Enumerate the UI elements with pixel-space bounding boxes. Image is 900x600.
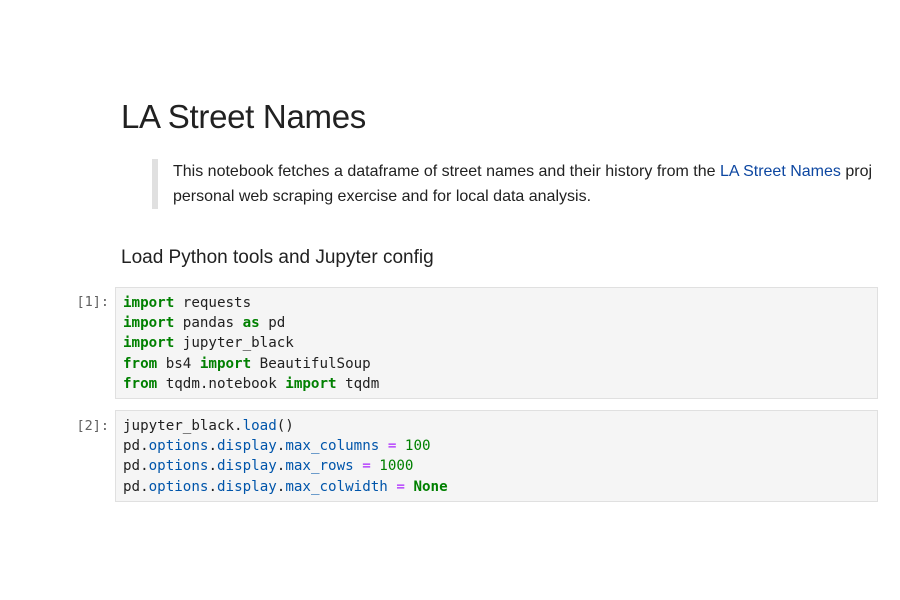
page-title: LA Street Names — [121, 98, 366, 135]
code-text: BeautifulSoup — [251, 355, 371, 372]
code-text: () — [276, 418, 294, 434]
code-text: . — [208, 458, 217, 475]
code-text: jupyter_black — [174, 335, 294, 352]
la-street-names-link[interactable]: LA Street Names — [720, 163, 841, 180]
code-text: jupyter_black — [123, 418, 235, 434]
section-heading: Load Python tools and Jupyter config — [121, 247, 434, 268]
keyword: import — [285, 375, 337, 392]
code-line: import requests — [123, 293, 877, 313]
code-cell-2[interactable]: jupyter_black.load() pd.options.display.… — [115, 410, 878, 502]
code-text: pd — [123, 438, 141, 455]
code-attribute: options — [148, 478, 209, 495]
code-text: requests — [174, 295, 252, 311]
code-attribute: load — [242, 418, 277, 434]
code-text: . — [208, 438, 217, 455]
cell-prompt: [2]: — [76, 418, 109, 434]
code-line: from tqdm.notebook import tqdm — [123, 374, 877, 394]
code-text: bs4 — [157, 355, 200, 372]
code-attribute: max_colwidth — [285, 478, 388, 495]
code-text: pd — [123, 458, 141, 475]
keyword: import — [123, 335, 175, 352]
code-line: jupyter_black.load() — [123, 416, 877, 436]
intro-line-2: personal web scraping exercise and for l… — [173, 188, 592, 205]
code-attribute: options — [148, 458, 209, 475]
code-operator: = — [387, 478, 414, 495]
code-operator: = — [379, 438, 405, 455]
code-line: import pandas as pd — [123, 313, 877, 333]
intro-text-cutoff: proj — [840, 163, 873, 180]
code-attribute: display — [216, 458, 277, 475]
keyword: import — [199, 355, 252, 372]
keyword: from — [123, 375, 158, 392]
code-text: . — [140, 478, 149, 495]
code-line: from bs4 import BeautifulSoup — [123, 354, 877, 374]
code-operator: = — [353, 458, 380, 475]
keyword: from — [123, 355, 158, 372]
code-text: tqdm — [336, 375, 380, 392]
code-text: pd — [123, 478, 141, 495]
code-line: pd.options.display.max_colwidth = None — [123, 477, 877, 497]
code-attribute: options — [148, 438, 209, 455]
cell-prompt: [1]: — [76, 294, 109, 310]
code-line: pd.options.display.max_columns = 100 — [123, 436, 877, 456]
intro-blockquote: This notebook fetches a dataframe of str… — [152, 159, 892, 209]
code-text: pandas — [174, 315, 243, 332]
code-attribute: display — [216, 478, 277, 495]
code-attribute: max_columns — [285, 438, 380, 455]
code-text: pd — [259, 315, 286, 332]
keyword: import — [123, 295, 175, 311]
keyword: None — [413, 478, 448, 495]
code-text: . — [140, 438, 149, 455]
code-cell-1[interactable]: import requests import pandas as pd impo… — [115, 287, 878, 399]
code-attribute: display — [216, 438, 277, 455]
code-text: . — [234, 418, 243, 434]
notebook-page: LA Street Names This notebook fetches a … — [0, 0, 900, 600]
keyword: as — [242, 315, 260, 332]
code-line: pd.options.display.max_rows = 1000 — [123, 456, 877, 476]
code-number: 100 — [404, 438, 431, 455]
code-text: tqdm.notebook — [157, 375, 286, 392]
intro-line-1: This notebook fetches a dataframe of str… — [173, 159, 892, 184]
code-text: . — [208, 478, 217, 495]
keyword: import — [123, 315, 175, 332]
code-attribute: max_rows — [285, 458, 354, 475]
code-number: 1000 — [379, 458, 414, 475]
code-line: import jupyter_black — [123, 333, 877, 353]
code-text: . — [140, 458, 149, 475]
intro-text: This notebook fetches a dataframe of str… — [173, 163, 720, 180]
